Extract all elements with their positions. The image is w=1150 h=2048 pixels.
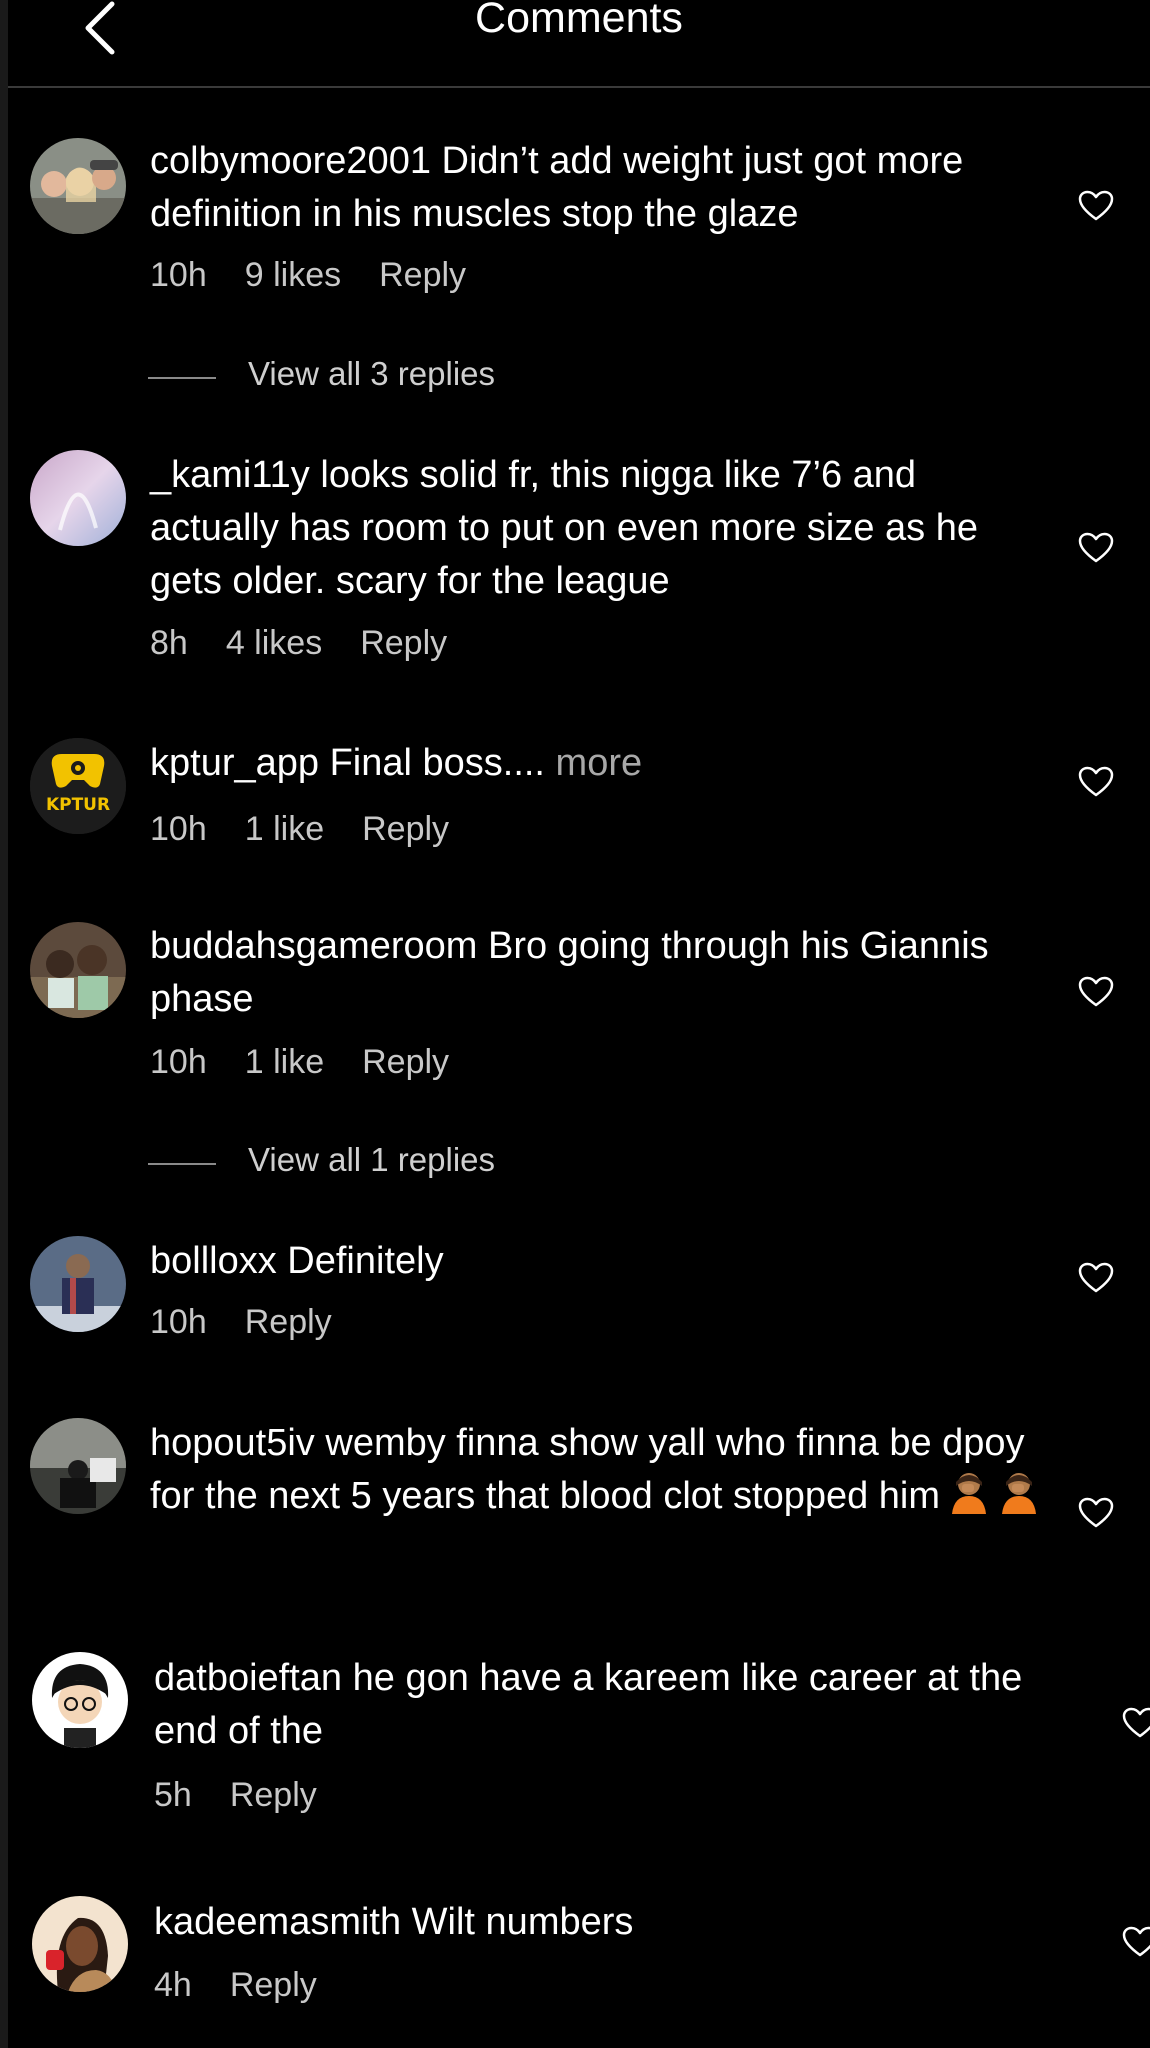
avatar-image — [30, 1418, 126, 1514]
reply-button[interactable]: Reply — [230, 1966, 317, 2005]
comment-meta: 10h 9 likes Reply — [150, 256, 504, 295]
avatar[interactable] — [30, 922, 126, 1018]
heart-outline-icon — [1078, 190, 1114, 221]
view-replies-label: View all 3 replies — [248, 355, 496, 392]
username[interactable]: datboieftan — [154, 1657, 342, 1699]
comment-text: kadeemasmith Wilt numbers — [154, 1896, 1054, 1949]
person-facepalming-icon — [952, 1473, 987, 1514]
timestamp: 10h — [150, 1043, 207, 1081]
timestamp: 5h — [154, 1776, 192, 1814]
comment-body: Definitely — [276, 1240, 444, 1282]
like-count[interactable]: 1 like — [245, 1043, 324, 1082]
comment-text: kptur_app Final boss.... more — [150, 737, 1050, 790]
like-button[interactable] — [1078, 976, 1114, 1008]
comment-text: datboieftan he gon have a kareem like ca… — [154, 1652, 1054, 1758]
avatar-image — [30, 922, 126, 1018]
timestamp: 10h — [150, 810, 207, 848]
comment-meta: 10h Reply — [150, 1303, 370, 1342]
heart-outline-icon — [1122, 1707, 1150, 1738]
timestamp: 10h — [150, 256, 207, 294]
comment-text: colbymoore2001 Didn’t add weight just go… — [150, 135, 1050, 241]
person-facepalming-icon — [1002, 1473, 1037, 1514]
username[interactable]: buddahsgameroom — [150, 925, 477, 967]
heart-outline-icon — [1078, 766, 1114, 797]
header-bar: Comments — [8, 0, 1150, 88]
avatar[interactable] — [30, 1418, 126, 1514]
reply-button[interactable]: Reply — [360, 624, 447, 663]
username[interactable]: _kami11y — [150, 454, 310, 496]
comment-text: hopout5iv wemby finna show yall who finn… — [150, 1417, 1050, 1523]
page-title: Comments — [475, 0, 683, 42]
reply-button[interactable]: Reply — [245, 1303, 332, 1342]
avatar-image — [30, 138, 126, 234]
comment-text: _kami11y looks solid fr, this nigga like… — [150, 449, 1050, 608]
like-button[interactable] — [1078, 766, 1114, 798]
left-edge — [0, 0, 8, 2048]
kptur-logo-icon: KPTUR — [30, 738, 126, 834]
avatar-image — [30, 1236, 126, 1332]
avatar[interactable] — [32, 1896, 128, 1992]
comment-body: Wilt numbers — [401, 1901, 634, 1943]
comment-meta: 5h Reply — [154, 1776, 355, 1815]
reply-button[interactable]: Reply — [379, 256, 466, 295]
heart-outline-icon — [1078, 976, 1114, 1007]
heart-outline-icon — [1078, 532, 1114, 563]
username[interactable]: colbymoore2001 — [150, 140, 431, 182]
reply-button[interactable]: Reply — [362, 810, 449, 849]
timestamp: 8h — [150, 624, 188, 662]
like-button[interactable] — [1078, 1262, 1114, 1294]
comment-meta: 10h 1 like Reply — [150, 810, 487, 849]
avatar[interactable] — [30, 450, 126, 546]
kptur-logo-text: KPTUR — [46, 795, 110, 815]
comment-body: Final boss.... — [319, 742, 545, 784]
like-button[interactable] — [1078, 532, 1114, 564]
comment-meta: 10h 1 like Reply — [150, 1043, 487, 1082]
heart-outline-icon — [1122, 1926, 1150, 1957]
username[interactable]: bollloxx — [150, 1240, 277, 1282]
like-button[interactable] — [1078, 1497, 1114, 1529]
username[interactable]: kptur_app — [150, 742, 319, 784]
comment-meta: 8h 4 likes Reply — [150, 624, 485, 663]
more-link[interactable]: more — [545, 742, 643, 784]
replies-divider-line — [148, 377, 216, 379]
avatar[interactable]: KPTUR — [30, 738, 126, 834]
like-count[interactable]: 1 like — [245, 810, 324, 849]
replies-divider-line — [148, 1163, 216, 1165]
like-button[interactable] — [1078, 190, 1114, 222]
timestamp: 10h — [150, 1303, 207, 1341]
avatar-image — [32, 1652, 128, 1748]
comment-meta: 4h Reply — [154, 1966, 355, 2005]
avatar[interactable] — [30, 1236, 126, 1332]
avatar[interactable] — [32, 1652, 128, 1748]
heart-outline-icon — [1078, 1262, 1114, 1293]
reply-button[interactable]: Reply — [362, 1043, 449, 1082]
avatar[interactable] — [30, 138, 126, 234]
view-replies-label: View all 1 replies — [248, 1141, 496, 1178]
like-count[interactable]: 4 likes — [226, 624, 322, 663]
reply-button[interactable]: Reply — [230, 1776, 317, 1815]
avatar-image — [32, 1896, 128, 1992]
username[interactable]: hopout5iv — [150, 1422, 315, 1464]
comment-text: bollloxx Definitely — [150, 1235, 1050, 1288]
like-button[interactable] — [1122, 1707, 1150, 1739]
heart-outline-icon — [1078, 1497, 1114, 1528]
username[interactable]: kadeemasmith — [154, 1901, 401, 1943]
avatar-image — [30, 450, 126, 546]
like-count[interactable]: 9 likes — [245, 256, 341, 295]
like-button[interactable] — [1122, 1926, 1150, 1958]
timestamp: 4h — [154, 1966, 192, 2004]
comment-text: buddahsgameroom Bro going through his Gi… — [150, 920, 1050, 1026]
